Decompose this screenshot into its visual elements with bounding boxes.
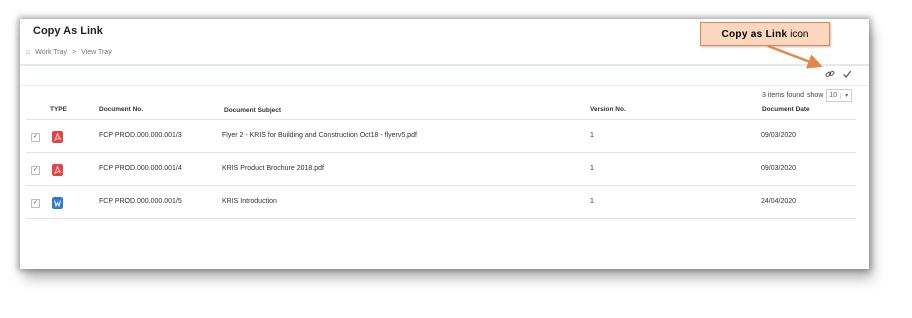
document-subject-cell[interactable]: Flyer 2 - KRIS for Building and Construc… — [222, 132, 417, 139]
home-icon[interactable]: ⌂ — [26, 49, 30, 56]
copy-link-callout: Copy as Link icon — [700, 22, 830, 46]
link-icon[interactable] — [825, 69, 835, 79]
row-checkbox[interactable]: ✓ — [31, 166, 40, 175]
row-checkbox[interactable]: ✓ — [31, 133, 40, 142]
document-date-cell: 24/04/2020 — [761, 198, 797, 205]
pdf-file-icon — [52, 131, 63, 143]
row-divider — [26, 218, 856, 219]
page-size-value: 10 — [829, 92, 838, 99]
breadcrumb-work-tray[interactable]: Work Tray — [35, 49, 67, 56]
version-cell: 1 — [590, 132, 594, 139]
items-found-text: 3 items found — [762, 92, 805, 99]
column-header-version-no[interactable]: Version No. — [590, 106, 626, 113]
row-checkbox[interactable]: ✓ — [31, 199, 40, 208]
document-subject-cell[interactable]: KRIS Product Brochure 2018.pdf — [222, 165, 324, 172]
table-row[interactable]: ✓ FCP PROD.000.000.001/3 Flyer 2 - KRIS … — [20, 120, 869, 152]
breadcrumb: ⌂ Work Tray > View Tray — [26, 49, 112, 56]
document-subject-cell[interactable]: KRIS Introduction — [222, 198, 277, 205]
document-date-cell: 09/03/2020 — [761, 165, 797, 172]
document-date-cell: 09/03/2020 — [761, 132, 797, 139]
main-panel: Copy As Link ⌂ Work Tray > View Tray 3 i… — [20, 19, 869, 269]
page-size-select[interactable]: 10 ▼ — [826, 89, 853, 102]
chevron-down-icon: ▼ — [840, 92, 849, 99]
column-header-document-no[interactable]: Document No. — [99, 106, 143, 113]
document-no-cell: FCP PROD.000.000.001/3 — [99, 132, 182, 139]
page-title: Copy As Link — [33, 25, 103, 37]
show-label: show — [807, 92, 824, 99]
document-no-cell: FCP PROD.000.000.001/4 — [99, 165, 182, 172]
breadcrumb-view-tray[interactable]: View Tray — [81, 49, 112, 56]
header-divider — [20, 64, 869, 66]
toolbar-divider — [20, 85, 869, 86]
word-file-icon — [52, 197, 63, 209]
pdf-file-icon — [52, 164, 63, 176]
column-header-document-date[interactable]: Document Date — [762, 106, 810, 113]
version-cell: 1 — [590, 198, 594, 205]
breadcrumb-separator: > — [72, 49, 77, 56]
checkmark-icon[interactable] — [842, 69, 852, 79]
table-row[interactable]: ✓ FCP PROD.000.000.001/5 KRIS Introducti… — [20, 186, 869, 218]
callout-text: icon — [790, 28, 809, 40]
document-no-cell: FCP PROD.000.000.001/5 — [99, 198, 182, 205]
version-cell: 1 — [590, 165, 594, 172]
callout-bold-text: Copy as Link — [721, 28, 788, 40]
pagination-info: 3 items found show 10 ▼ — [762, 89, 853, 102]
table-row[interactable]: ✓ FCP PROD.000.000.001/4 KRIS Product Br… — [20, 153, 869, 185]
column-header-document-subject[interactable]: Document Subject — [224, 107, 281, 114]
column-header-type[interactable]: TYPE — [50, 106, 67, 113]
